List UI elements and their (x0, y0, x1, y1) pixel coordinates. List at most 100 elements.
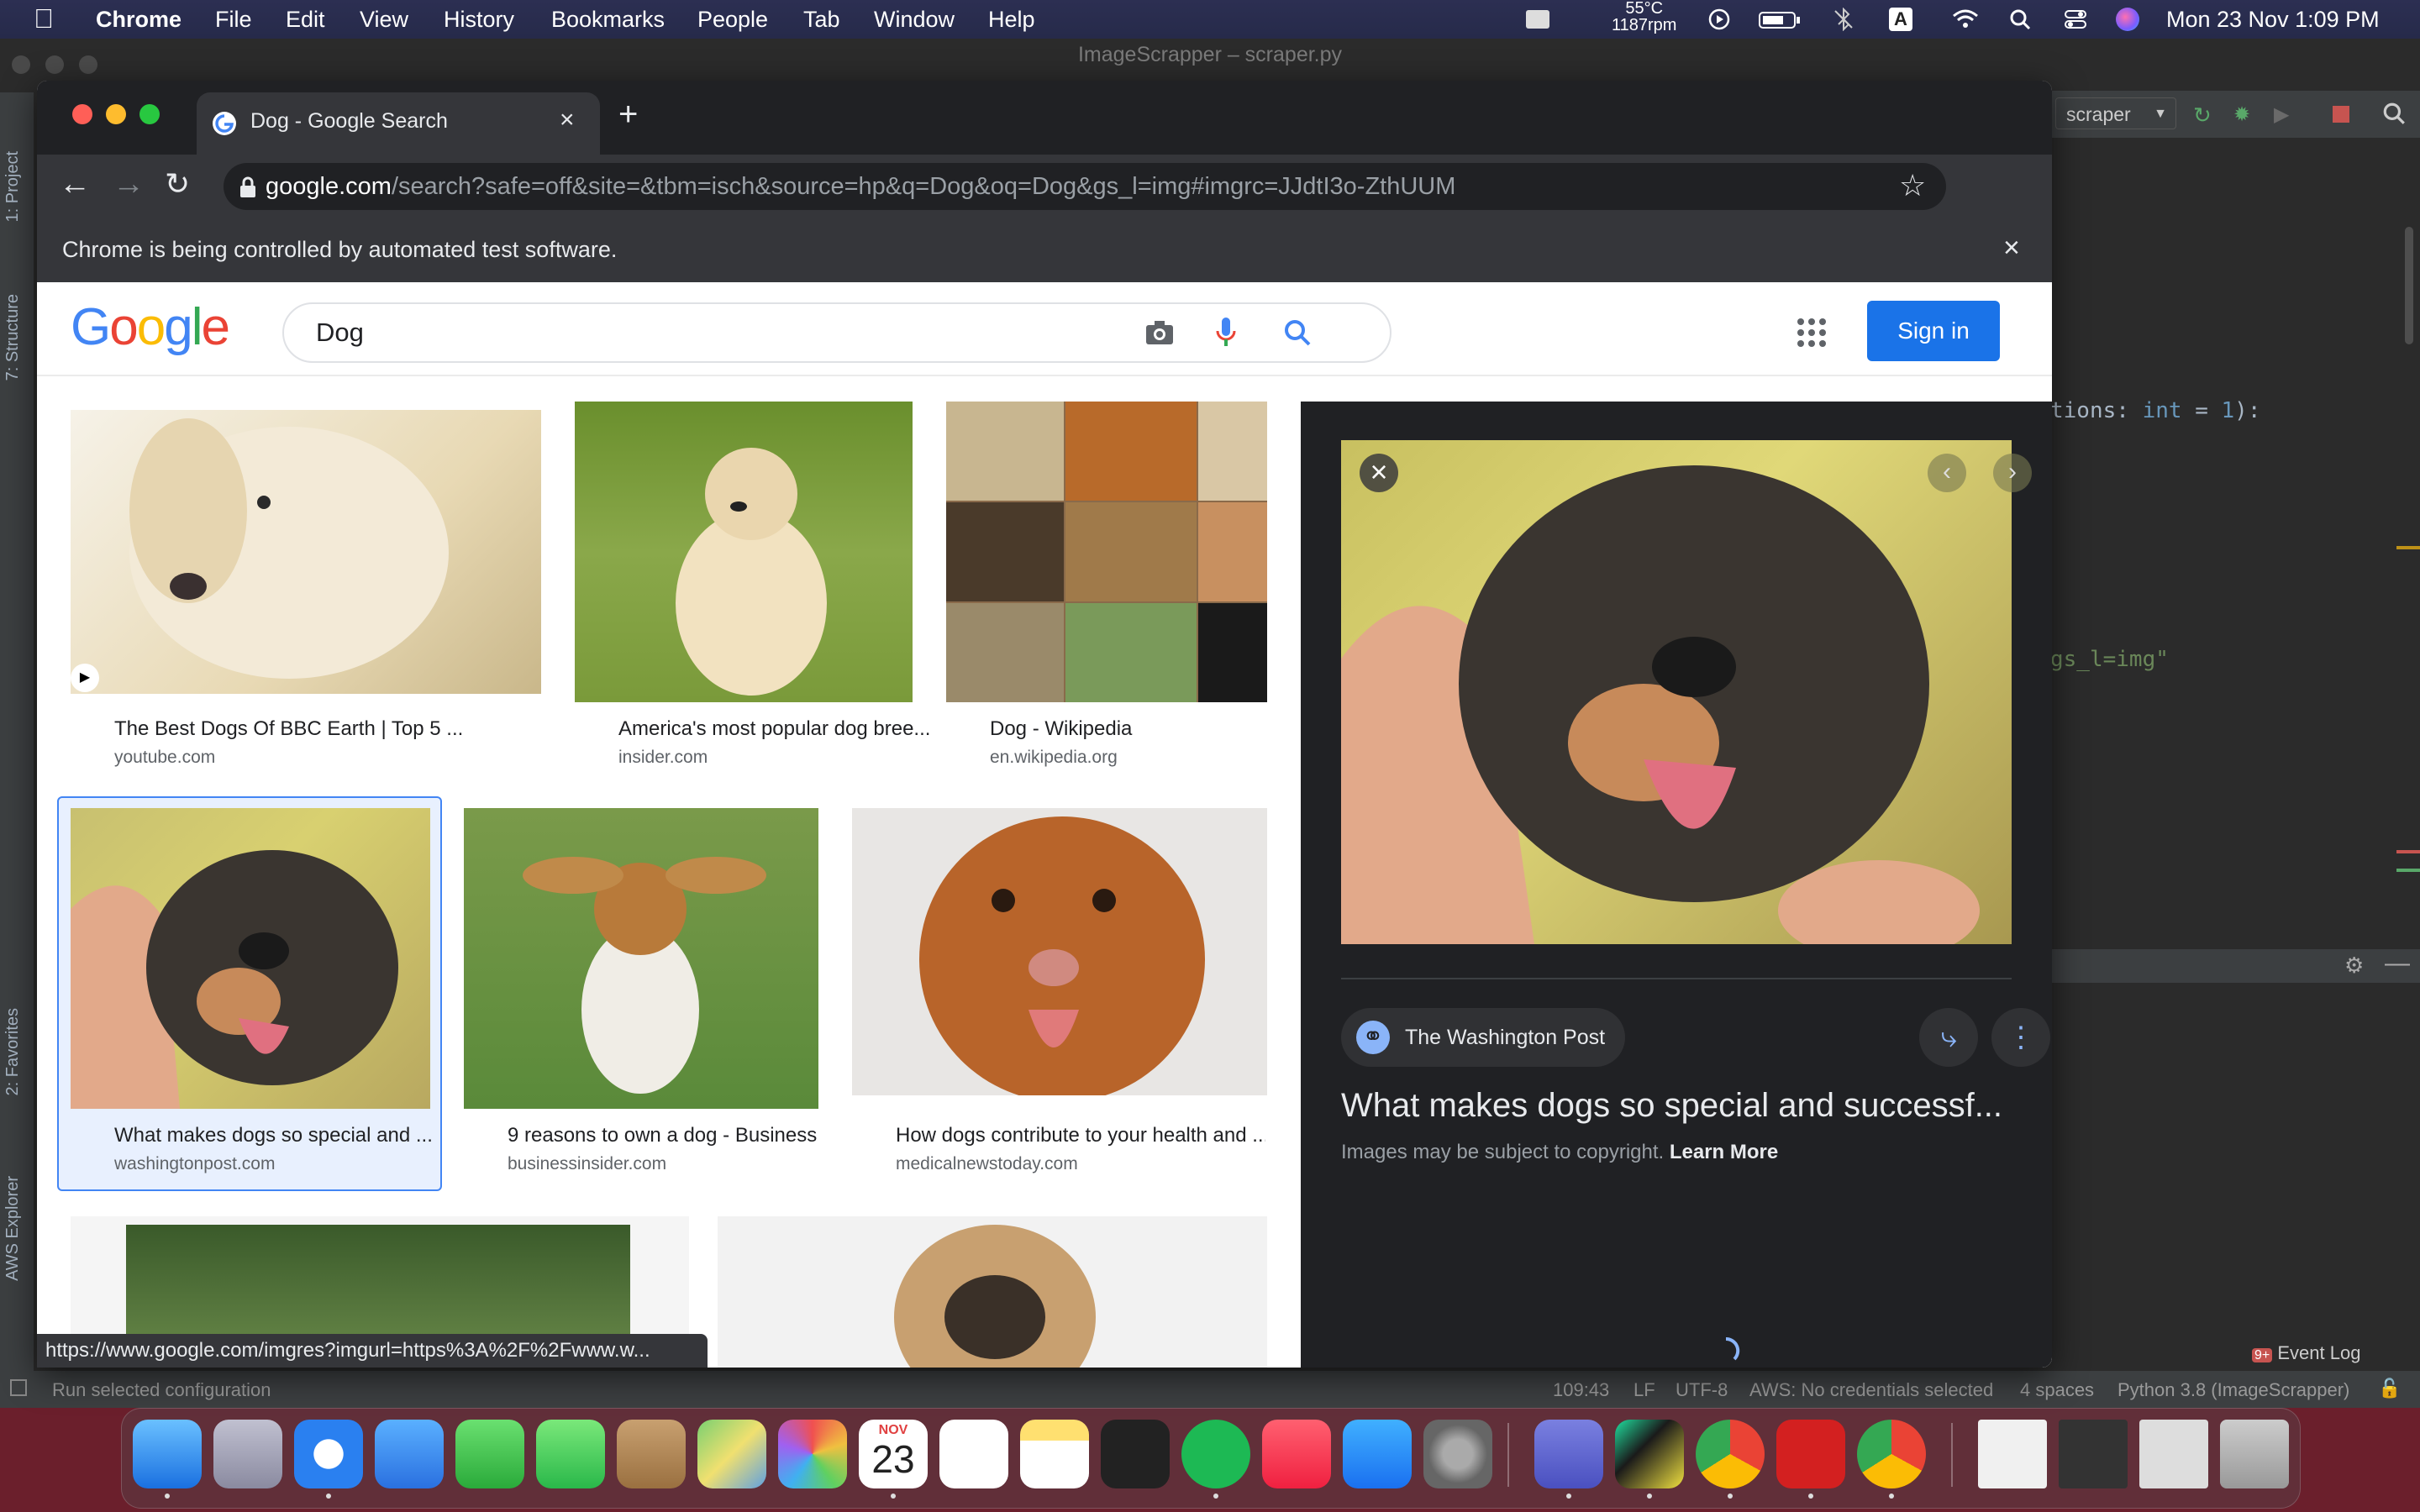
run-config-select[interactable]: scraper ▼ (2055, 97, 2176, 129)
chrome-app-icon[interactable] (1696, 1420, 1765, 1488)
more-options-icon[interactable]: ⋮ (1991, 1008, 2050, 1067)
menu-tab[interactable]: Tab (803, 7, 840, 33)
lock-icon[interactable] (239, 176, 257, 198)
result-thumb-2[interactable] (575, 402, 913, 702)
result-source-4[interactable]: washingtonpost.com (114, 1154, 275, 1174)
close-window-button[interactable] (72, 104, 92, 124)
menu-bookmarks[interactable]: Bookmarks (551, 7, 665, 33)
apps-grid-icon[interactable] (1797, 318, 1827, 348)
result-source-1[interactable]: youtube.com (114, 748, 215, 768)
facetime-icon[interactable] (455, 1420, 524, 1488)
reminders-icon[interactable] (939, 1420, 1008, 1488)
menu-edit[interactable]: Edit (286, 7, 325, 33)
tab-favorites[interactable]: 2: Favorites (3, 1008, 23, 1095)
downloads-stack-icon[interactable] (2139, 1420, 2208, 1488)
result-caption-6[interactable]: How dogs contribute to your health and .… (896, 1124, 1265, 1147)
play-video-icon[interactable]: ▶ (71, 664, 99, 692)
menu-history[interactable]: History (444, 7, 514, 33)
result-caption-2[interactable]: America's most popular dog bree... (618, 717, 938, 741)
result-source-6[interactable]: medicalnewstoday.com (896, 1154, 1078, 1174)
siri-icon[interactable] (2116, 8, 2139, 31)
menu-people[interactable]: People (697, 7, 768, 33)
status-aws[interactable]: AWS: No credentials selected (1749, 1379, 1993, 1401)
ide-search-icon[interactable] (2381, 101, 2407, 126)
screenshot-stack-icon[interactable] (2059, 1420, 2128, 1488)
back-arrow-icon[interactable]: ← (59, 166, 91, 202)
coverage-icon[interactable]: ▶ (2274, 102, 2297, 126)
play-circle-icon[interactable] (1707, 8, 1731, 31)
wifi-icon[interactable] (1951, 8, 1980, 31)
launchpad-icon[interactable] (213, 1420, 282, 1488)
result-source-3[interactable]: en.wikipedia.org (990, 748, 1118, 768)
search-icon[interactable] (1282, 318, 1313, 348)
camera-icon[interactable] (1144, 319, 1175, 346)
code-editor[interactable]: tions: int = 1): gs_l=img" (2050, 185, 2420, 924)
document-icon[interactable] (1978, 1420, 2047, 1488)
messages-icon[interactable] (536, 1420, 605, 1488)
acrobat-icon[interactable] (1776, 1420, 1845, 1488)
stop-icon[interactable] (2333, 106, 2349, 123)
search-box[interactable]: Dog (282, 302, 1392, 363)
editor-scrollbar[interactable] (2405, 227, 2413, 344)
lock-icon[interactable]: 🔓 (2378, 1378, 2401, 1399)
result-thumb-6[interactable] (852, 808, 1267, 1095)
activity-monitor-icon[interactable] (1101, 1420, 1170, 1488)
tab-project[interactable]: 1: Project (3, 151, 23, 222)
preview-image[interactable] (1341, 440, 2012, 944)
result-thumb-3[interactable] (946, 402, 1267, 702)
new-tab-plus-icon[interactable]: + (618, 96, 638, 134)
rerun-icon[interactable]: ↻ (2193, 102, 2217, 128)
debug-bug-icon[interactable]: ✹ (2233, 102, 2257, 126)
sign-in-button[interactable]: Sign in (1867, 301, 2000, 361)
control-center-icon[interactable] (2064, 8, 2087, 31)
status-line-separator[interactable]: LF (1634, 1379, 1655, 1401)
safari-icon[interactable] (294, 1420, 363, 1488)
zoom-window-button[interactable] (139, 104, 160, 124)
system-preferences-icon[interactable] (1423, 1420, 1492, 1488)
status-encoding[interactable]: UTF-8 (1676, 1379, 1728, 1401)
forward-arrow-icon[interactable]: → (113, 166, 145, 202)
infobar-close-icon[interactable]: × (2003, 232, 2020, 265)
battery-icon[interactable] (1758, 8, 1802, 31)
status-indent[interactable]: 4 spaces (2020, 1379, 2094, 1401)
preview-title[interactable]: What makes dogs so special and successf.… (1341, 1087, 2002, 1125)
result-thumb-5[interactable] (464, 808, 818, 1109)
trash-icon[interactable] (2220, 1420, 2289, 1488)
spotlight-search-icon[interactable] (2008, 8, 2032, 31)
gear-icon[interactable]: ⚙ (2344, 953, 2364, 979)
result-caption-4[interactable]: What makes dogs so special and ... (114, 1124, 434, 1147)
input-source-icon[interactable]: A (1889, 8, 1912, 31)
teams-icon[interactable] (1534, 1420, 1603, 1488)
tab-close-icon[interactable]: × (560, 106, 575, 134)
result-thumb-8[interactable] (718, 1216, 1267, 1368)
result-source-5[interactable]: businessinsider.com (508, 1154, 666, 1174)
maps-icon[interactable] (697, 1420, 766, 1488)
reload-icon[interactable]: ↻ (165, 166, 190, 202)
tab-google-search[interactable]: Dog - Google Search × (197, 92, 600, 155)
contacts-icon[interactable] (617, 1420, 686, 1488)
calendar-icon[interactable]: NOV 23 (859, 1420, 928, 1488)
learn-more-link[interactable]: Learn More (1670, 1141, 1778, 1163)
microphone-icon[interactable] (1215, 316, 1237, 349)
result-source-2[interactable]: insider.com (618, 748, 708, 768)
google-logo[interactable]: Google (71, 297, 230, 357)
status-interpreter[interactable]: Python 3.8 (ImageScrapper) (2118, 1379, 2349, 1401)
toggle-tool-windows-icon[interactable] (10, 1379, 27, 1396)
source-chip[interactable]: ⚭ The Washington Post (1341, 1008, 1626, 1067)
event-log-button[interactable]: 9+ Event Log (2252, 1342, 2360, 1364)
panel-close-icon[interactable]: × (1360, 454, 1398, 492)
app-store-icon[interactable] (1343, 1420, 1412, 1488)
music-icon[interactable] (1262, 1420, 1331, 1488)
keyboard-icon[interactable] (1526, 10, 1549, 29)
minimize-window-button[interactable] (106, 104, 126, 124)
menubar-datetime[interactable]: Mon 23 Nov 1:09 PM (2166, 7, 2380, 33)
finder-icon[interactable] (133, 1420, 202, 1488)
previous-image-icon[interactable]: ‹ (1928, 454, 1966, 492)
photos-icon[interactable] (778, 1420, 847, 1488)
menu-view[interactable]: View (360, 7, 408, 33)
menu-file[interactable]: File (215, 7, 252, 33)
tab-aws-explorer[interactable]: AWS Explorer (3, 1176, 23, 1281)
apple-icon[interactable]:  (34, 3, 54, 34)
minimize-icon[interactable]: — (2385, 949, 2410, 978)
temp-readout[interactable]: 55°C 1187rpm (1612, 0, 1676, 34)
